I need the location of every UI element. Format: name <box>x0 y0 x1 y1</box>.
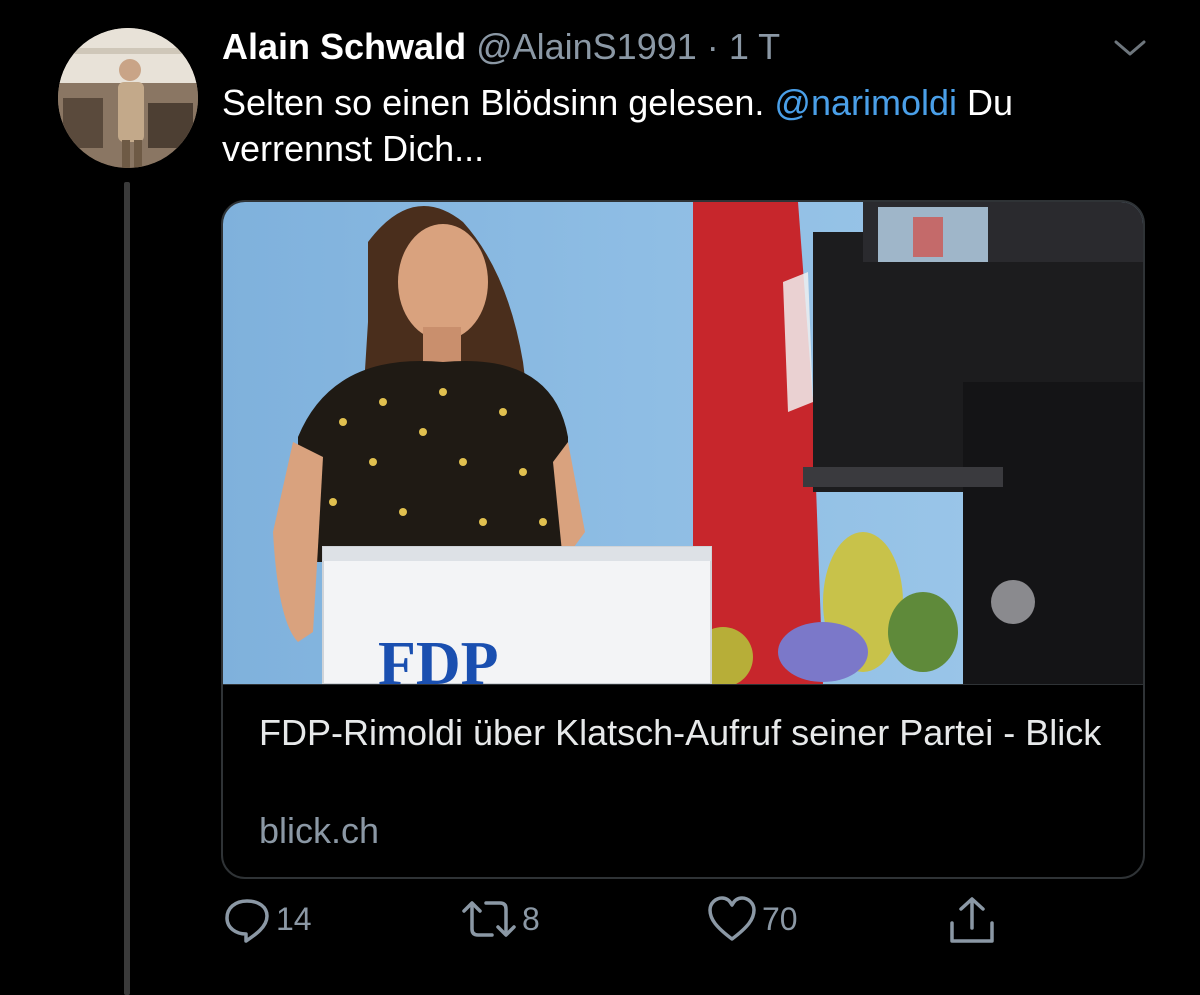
share-icon <box>950 897 994 943</box>
tweet-header: Alain Schwald @AlainS1991 · 1 T <box>222 26 780 68</box>
avatar-photo <box>58 28 198 168</box>
retweet-icon <box>462 901 516 937</box>
retweet-button[interactable]: 8 <box>460 895 540 943</box>
chevron-down-icon[interactable] <box>1110 36 1150 60</box>
card-title[interactable]: FDP-Rimoldi über Klatsch-Aufruf seiner P… <box>259 710 1119 756</box>
mention-link[interactable]: @narimoldi <box>774 82 957 123</box>
link-preview-image: FDP <box>223 202 1143 684</box>
author-handle[interactable]: @AlainS1991 <box>476 26 697 67</box>
reply-button[interactable]: 14 <box>222 895 312 943</box>
card-divider <box>223 684 1143 685</box>
press-conference-photo: FDP <box>273 202 1143 684</box>
link-preview-card[interactable]: FDP FDP-Rimoldi über Klatsch-Aufruf sein… <box>221 200 1145 879</box>
heart-icon <box>708 896 756 941</box>
like-button[interactable]: 70 <box>706 895 798 943</box>
card-domain: blick.ch <box>259 810 380 851</box>
reply-count: 14 <box>276 900 312 937</box>
tweet-timestamp[interactable]: 1 T <box>729 26 780 67</box>
retweet-count: 8 <box>522 900 540 937</box>
tweet-text: Selten so einen Blödsinn gelesen. @narim… <box>222 80 1152 172</box>
share-button[interactable] <box>946 895 998 947</box>
tweet-action-bar: 14 8 70 <box>0 895 1200 955</box>
author-name[interactable]: Alain Schwald <box>222 26 466 67</box>
podium-sign-text: FDP <box>378 630 499 684</box>
meta-separator: · <box>706 26 719 67</box>
like-count: 70 <box>762 900 798 937</box>
avatar[interactable] <box>58 28 198 168</box>
tweet-text-before: Selten so einen Blödsinn gelesen. <box>222 82 775 123</box>
thread-connector-line <box>124 182 130 995</box>
reply-icon <box>225 899 269 943</box>
